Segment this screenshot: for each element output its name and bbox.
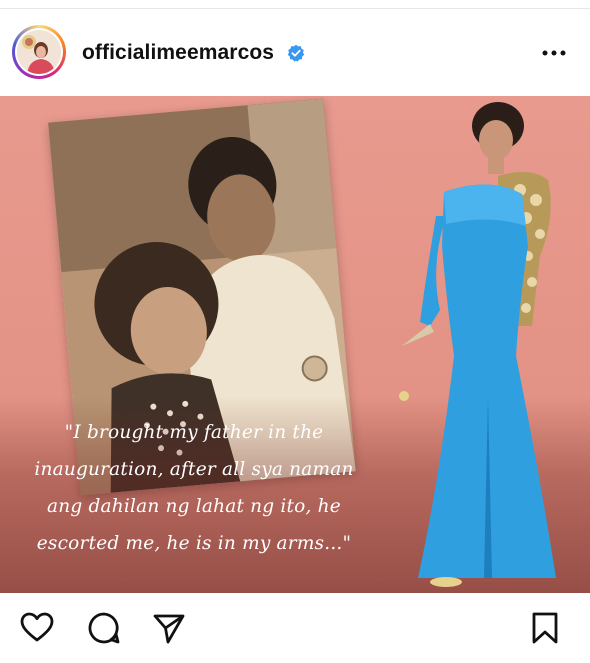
post-image[interactable]: "I brought my father in the inauguration… <box>0 96 590 593</box>
woman-in-blue-gown <box>399 102 556 587</box>
avatar[interactable] <box>12 25 66 79</box>
quote-line: inauguration, after all sya naman <box>34 459 354 480</box>
comment-icon[interactable] <box>87 611 121 645</box>
quote-line: "I brought my father in the <box>64 422 324 443</box>
more-options-icon[interactable] <box>539 43 569 63</box>
heart-icon[interactable] <box>20 611 54 645</box>
avatar-portrait-icon <box>17 30 61 74</box>
quote-text: "I brought my father in the inauguration… <box>16 414 372 562</box>
verified-badge-icon <box>287 44 305 62</box>
quote-line: ang dahilan ng lahat ng ito, he <box>47 496 341 517</box>
bookmark-icon[interactable] <box>528 611 562 645</box>
post-header: officialimeemarcos <box>0 8 590 96</box>
avatar-image <box>17 30 61 74</box>
send-icon[interactable] <box>152 611 186 645</box>
post-actions <box>0 593 590 663</box>
quote-line: escorted me, he is in my arms..." <box>36 533 352 554</box>
username[interactable]: officialimeemarcos <box>82 41 274 65</box>
